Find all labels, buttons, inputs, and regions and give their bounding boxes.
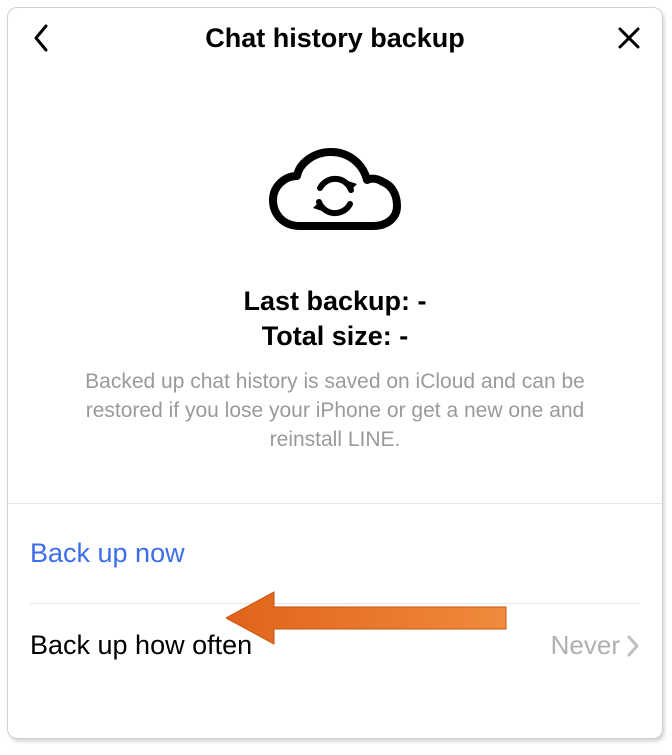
total-size-row: Total size: - [38,319,632,354]
last-backup-value: - [418,286,427,316]
backup-frequency-value: Never [551,630,620,661]
total-size-label: Total size: [262,321,392,351]
chevron-right-icon [626,634,640,658]
last-backup-row: Last backup: - [38,284,632,319]
backup-now-label: Back up now [30,538,185,569]
back-button[interactable] [26,23,56,53]
page-title: Chat history backup [56,23,614,54]
total-size-value: - [399,321,408,351]
backup-now-button[interactable]: Back up now [8,504,662,603]
backup-frequency-label: Back up how often [30,630,252,661]
chevron-left-icon [33,24,49,52]
close-icon [617,26,641,50]
header: Chat history backup [8,8,662,64]
backup-frequency-value-wrap: Never [551,630,640,661]
close-button[interactable] [614,23,644,53]
cloud-sync-icon [8,144,662,244]
backup-frequency-row[interactable]: Back up how often Never [8,604,662,687]
content-area: Last backup: - Total size: - Backed up c… [8,64,662,687]
backup-description: Backed up chat history is saved on iClou… [38,368,632,455]
backup-info: Last backup: - Total size: - Backed up c… [8,284,662,455]
last-backup-label: Last backup: [243,286,410,316]
